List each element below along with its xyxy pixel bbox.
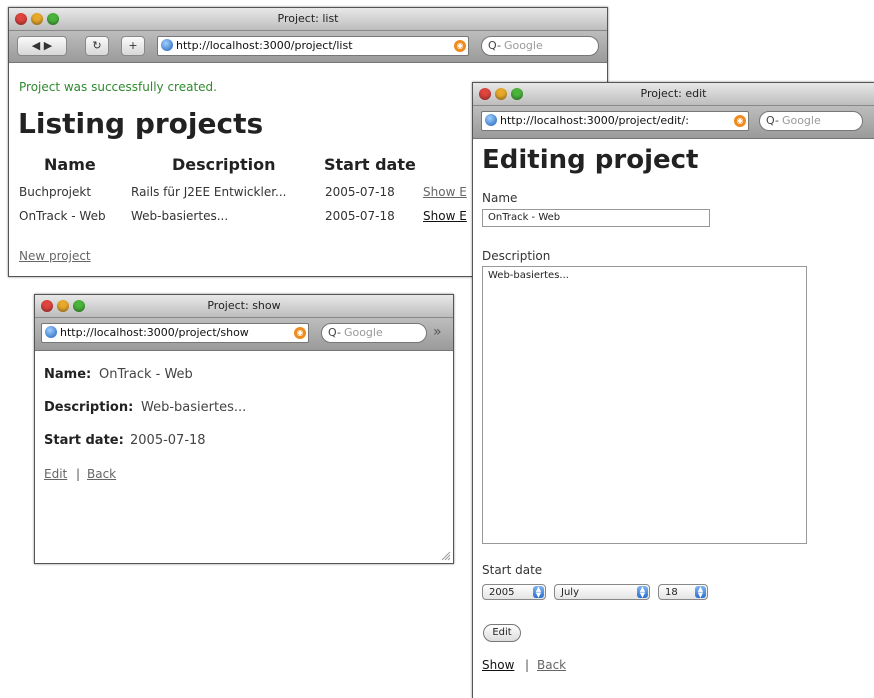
list-titlebar: Project: list — [9, 8, 607, 31]
start-date-label: Start date — [482, 563, 543, 577]
zoom-button[interactable] — [73, 300, 85, 312]
flash-message: Project was successfully created. — [19, 80, 217, 94]
column-header-start-date: Start date — [324, 155, 416, 174]
back-link[interactable]: Back — [537, 658, 566, 672]
name-field-value: OnTrack - Web — [488, 212, 561, 223]
list-toolbar: ◀ ▶ ↻ + http://localhost:3000/project/li… — [9, 31, 607, 63]
edit-link[interactable]: Edit — [44, 467, 67, 481]
resize-grip-icon[interactable] — [441, 551, 451, 561]
window-title: Project: edit — [640, 87, 707, 100]
zoom-button[interactable] — [511, 88, 523, 100]
name-label: Name: — [44, 367, 92, 382]
cell-start-date: 2005-07-18 — [325, 209, 395, 223]
close-button[interactable] — [479, 88, 491, 100]
show-link[interactable]: Show — [482, 658, 514, 672]
description-textarea[interactable]: Web-basiertes... — [482, 266, 807, 544]
globe-icon — [45, 326, 57, 338]
chevron-updown-icon: ▲ ▼ — [533, 586, 544, 599]
close-button[interactable] — [15, 13, 27, 25]
page-title: Listing projects — [18, 107, 264, 140]
link-separator: | — [525, 658, 530, 672]
minimize-button[interactable] — [495, 88, 507, 100]
overflow-chevron-icon[interactable]: » — [433, 324, 442, 340]
start-date-value: 2005-07-18 — [130, 433, 206, 448]
edit-toolbar: http://localhost:3000/project/edit/: ◉ Q… — [473, 106, 874, 139]
minimize-button[interactable] — [31, 13, 43, 25]
year-select-value: 2005 — [489, 587, 515, 598]
back-forward-button[interactable]: ◀ ▶ — [17, 36, 67, 56]
search-placeholder: Google — [503, 39, 543, 52]
cell-description: Rails für J2EE Entwickler... — [131, 185, 287, 199]
search-field[interactable]: Q- Google — [759, 111, 863, 131]
cell-name: OnTrack - Web — [19, 209, 106, 223]
search-field[interactable]: Q- Google — [321, 323, 427, 343]
name-label: Name — [482, 191, 518, 205]
month-select[interactable]: July ▲ ▼ — [554, 584, 650, 600]
window-controls — [479, 88, 523, 100]
description-label: Description — [482, 249, 551, 263]
minimize-button[interactable] — [57, 300, 69, 312]
edit-window: Project: edit http://localhost:3000/proj… — [472, 82, 874, 698]
show-link[interactable]: Show E — [423, 185, 467, 199]
show-link[interactable]: Show E — [423, 209, 467, 223]
show-titlebar: Project: show — [35, 295, 453, 318]
page-title: Editing project — [482, 145, 699, 175]
address-bar[interactable]: http://localhost:3000/project/edit/: ◉ — [481, 111, 749, 131]
description-textarea-value: Web-basiertes... — [488, 270, 569, 281]
description-label: Description: — [44, 400, 134, 415]
globe-icon — [161, 39, 173, 51]
show-toolbar: http://localhost:3000/project/show ◉ Q- G… — [35, 318, 453, 351]
search-placeholder: Google — [343, 326, 383, 339]
cell-start-date: 2005-07-18 — [325, 185, 395, 199]
search-icon: Q- — [766, 114, 779, 127]
link-separator: | — [76, 467, 81, 481]
reload-button[interactable]: ↻ — [85, 36, 109, 56]
rss-icon[interactable]: ◉ — [734, 115, 746, 127]
column-header-description: Description — [172, 155, 276, 174]
back-link[interactable]: Back — [87, 467, 116, 481]
name-field[interactable]: OnTrack - Web — [482, 209, 710, 227]
column-header-name: Name — [44, 155, 96, 174]
search-field[interactable]: Q- Google — [481, 36, 599, 56]
cell-description: Web-basiertes... — [131, 209, 229, 223]
address-text: http://localhost:3000/project/edit/: — [500, 114, 689, 127]
add-bookmark-button[interactable]: + — [121, 36, 145, 56]
address-bar[interactable]: http://localhost:3000/project/show ◉ — [41, 323, 309, 343]
day-select[interactable]: 18 ▲ ▼ — [658, 584, 708, 600]
chevron-updown-icon: ▲ ▼ — [637, 586, 648, 599]
globe-icon — [485, 114, 497, 126]
month-select-value: July — [561, 587, 579, 598]
window-title: Project: show — [207, 299, 281, 312]
description-value: Web-basiertes... — [141, 400, 247, 415]
close-button[interactable] — [41, 300, 53, 312]
show-window: Project: show http://localhost:3000/proj… — [34, 294, 454, 564]
start-date-label: Start date: — [44, 433, 124, 448]
day-select-value: 18 — [665, 587, 678, 598]
name-value: OnTrack - Web — [99, 367, 193, 382]
cell-name: Buchprojekt — [19, 185, 92, 199]
year-select[interactable]: 2005 ▲ ▼ — [482, 584, 546, 600]
rss-icon[interactable]: ◉ — [454, 40, 466, 52]
window-controls — [15, 13, 59, 25]
window-title: Project: list — [277, 12, 339, 25]
address-text: http://localhost:3000/project/show — [60, 326, 249, 339]
new-project-link[interactable]: New project — [19, 249, 91, 263]
edit-submit-button[interactable]: Edit — [483, 624, 521, 642]
edit-titlebar: Project: edit — [473, 83, 874, 106]
address-text: http://localhost:3000/project/list — [176, 39, 353, 52]
zoom-button[interactable] — [47, 13, 59, 25]
search-icon: Q- — [328, 326, 341, 339]
address-bar[interactable]: http://localhost:3000/project/list ◉ — [157, 36, 469, 56]
window-controls — [41, 300, 85, 312]
search-placeholder: Google — [781, 114, 821, 127]
rss-icon[interactable]: ◉ — [294, 327, 306, 339]
search-icon: Q- — [488, 39, 501, 52]
chevron-updown-icon: ▲ ▼ — [695, 586, 706, 599]
